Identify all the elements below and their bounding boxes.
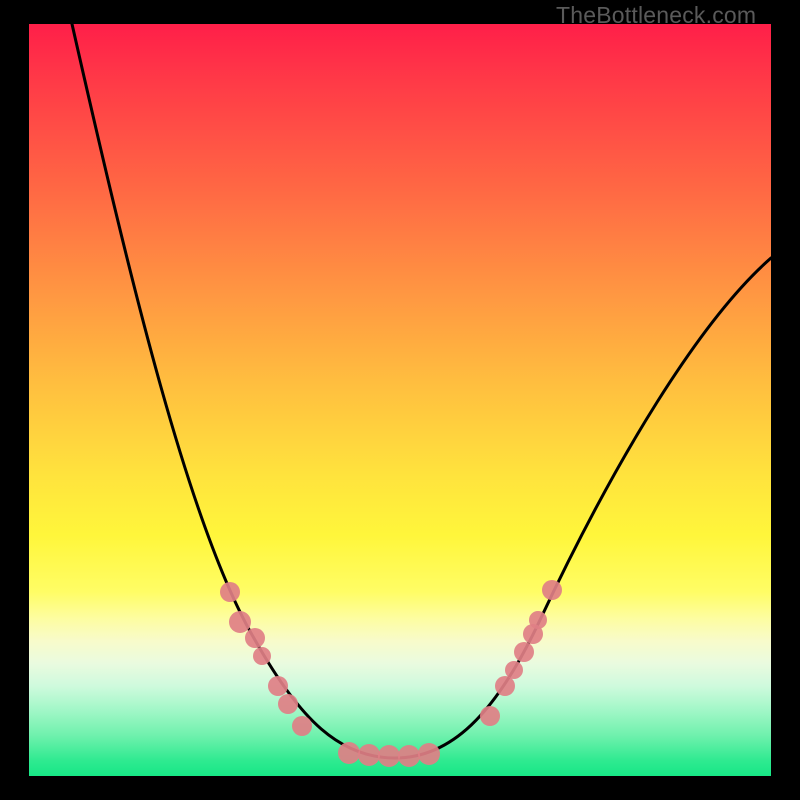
data-point: [278, 694, 298, 714]
bottleneck-curve: [0, 0, 800, 800]
data-point: [529, 611, 547, 629]
data-point: [505, 661, 523, 679]
data-point: [495, 676, 515, 696]
data-point: [398, 745, 420, 767]
data-point: [378, 745, 400, 767]
data-point: [268, 676, 288, 696]
data-point: [418, 743, 440, 765]
data-point: [245, 628, 265, 648]
data-point: [220, 582, 240, 602]
data-point: [480, 706, 500, 726]
data-point: [514, 642, 534, 662]
data-point: [253, 647, 271, 665]
data-point: [358, 744, 380, 766]
watermark-text: TheBottleneck.com: [556, 2, 756, 29]
data-point: [292, 716, 312, 736]
data-point: [338, 742, 360, 764]
data-point: [542, 580, 562, 600]
